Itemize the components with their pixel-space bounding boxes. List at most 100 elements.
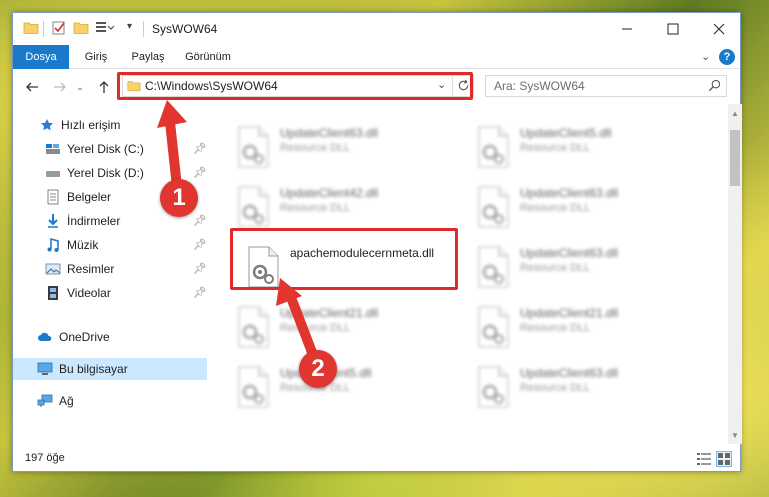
file-item[interactable]: UpdateClient5.dll Resource DLL [236,362,466,416]
quick-access-dropdown-icon[interactable]: ▾ [127,21,132,32]
file-item[interactable]: UpdateClient21.dll Resource DLL [236,302,466,356]
scroll-down-icon[interactable]: ▼ [728,428,742,442]
sidebar-item-videos[interactable]: Videolar 📌︎ [13,282,207,304]
dll-file-icon [476,246,510,288]
refresh-icon[interactable] [457,79,470,95]
search-input[interactable] [486,76,696,96]
scroll-up-icon[interactable]: ▲ [728,106,742,120]
file-item[interactable]: UpdateClient21.dll Resource DLL [476,302,706,356]
dll-file-icon [476,306,510,348]
file-type: Resource DLL [280,202,351,214]
file-name: UpdateClient5.dll [520,126,612,140]
search-icon[interactable] [708,79,721,95]
sidebar-item-label: Müzik [67,238,99,252]
navigation-bar: ⌄ C:\Windows\SysWOW64 ⌄ [13,70,740,104]
pin-icon[interactable]: 📌︎ [193,238,207,252]
sidebar-item-label: Yerel Disk (D:) [67,166,144,180]
separator [143,21,144,37]
sidebar-item-quick-access[interactable]: Hızlı erişim [13,114,207,136]
file-type: Resource DLL [280,322,351,334]
large-icons-view-icon[interactable] [716,451,732,467]
file-name: UpdateClient63.dll [280,126,379,140]
ribbon-tabs: Dosya Giriş Paylaş Görünüm ⌄ ? [13,45,740,69]
sidebar-item-label: Belgeler [67,190,112,204]
recent-locations-icon[interactable]: ⌄ [73,76,87,98]
back-button[interactable] [21,76,43,98]
scroll-thumb[interactable] [730,130,740,186]
pin-icon[interactable]: 📌︎ [193,286,207,300]
file-name: UpdateClient5.dll [280,366,372,380]
sidebar-item-documents[interactable]: Belgeler [13,186,207,208]
sidebar-item-local-disk-d[interactable]: Yerel Disk (D:) 📌︎ [13,162,207,184]
sidebar-item-onedrive[interactable]: OneDrive [13,326,207,348]
file-type: Resource DLL [520,322,591,334]
forward-button[interactable] [49,76,71,98]
pin-icon[interactable]: 📌︎ [193,142,207,156]
file-type: Resource DLL [280,382,351,394]
up-button[interactable] [93,76,115,98]
explorer-window: ▾ SysWOW64 Dosya Giriş Paylaş Görünüm ⌄ … [12,12,742,472]
dll-file-icon [236,126,270,168]
download-icon [45,213,61,229]
dll-file-icon [236,186,270,228]
dll-file-icon [476,366,510,408]
dll-file-icon [476,186,510,228]
file-name: UpdateClient63.dll [520,186,619,200]
sidebar-item-network[interactable]: Ağ [13,390,207,412]
sidebar-item-label: Ağ [59,394,74,408]
file-item[interactable]: UpdateClient63.dll Resource DLL [236,122,466,176]
pin-icon[interactable]: 📌︎ [193,214,207,228]
file-item[interactable]: UpdateClient63.dll Resource DLL [476,182,706,236]
sidebar-item-downloads[interactable]: İndirmeler 📌︎ [13,210,207,232]
tab-view[interactable]: Görünüm [179,45,237,69]
pin-icon[interactable]: 📌︎ [193,166,207,180]
tab-home[interactable]: Giriş [75,45,117,69]
properties-icon[interactable] [51,20,67,36]
address-bar[interactable]: C:\Windows\SysWOW64 ⌄ [122,75,474,97]
customize-icon[interactable] [95,20,115,36]
vertical-scrollbar[interactable]: ▲ ▼ [728,104,742,444]
help-icon[interactable]: ? [719,49,735,65]
address-path[interactable]: C:\Windows\SysWOW64 [145,79,278,93]
file-name: UpdateClient42.dll [280,186,379,200]
address-dropdown-icon[interactable]: ⌄ [437,78,446,91]
sidebar-item-label: İndirmeler [67,214,121,228]
file-item-apachemodulecernmeta[interactable]: apachemodulecernmeta.dll [246,242,476,296]
file-type: Resource DLL [520,382,591,394]
sidebar-item-local-disk-c[interactable]: Yerel Disk (C:) 📌︎ [13,138,207,160]
file-name: UpdateClient21.dll [280,306,379,320]
dll-file-icon [246,246,280,288]
minimize-button[interactable] [604,13,650,45]
folder-icon[interactable] [23,20,39,36]
pictures-icon [45,261,61,277]
new-folder-icon[interactable] [73,20,89,36]
file-item[interactable]: UpdateClient5.dll Resource DLL [476,122,706,176]
drive-icon [45,165,61,181]
file-item[interactable]: UpdateClient63.dll Resource DLL [476,362,706,416]
computer-icon [37,361,53,377]
tab-file[interactable]: Dosya [13,45,69,69]
tab-share[interactable]: Paylaş [123,45,173,69]
sidebar-item-pictures[interactable]: Resimler 📌︎ [13,258,207,280]
sidebar-item-this-pc[interactable]: Bu bilgisayar [13,358,207,380]
details-view-icon[interactable] [696,451,712,467]
file-item[interactable]: UpdateClient63.dll Resource DLL [476,242,706,296]
dll-file-icon [476,126,510,168]
close-button[interactable] [696,13,742,45]
file-item[interactable]: UpdateClient42.dll Resource DLL [236,182,466,236]
search-box[interactable] [485,75,727,97]
file-type: Resource DLL [520,142,591,154]
sidebar-item-label: OneDrive [59,330,110,344]
sidebar-item-label: Yerel Disk (C:) [67,142,144,156]
dll-file-icon [236,366,270,408]
sidebar-item-label: Videolar [67,286,111,300]
sidebar-item-music[interactable]: Müzik 📌︎ [13,234,207,256]
expand-ribbon-icon[interactable]: ⌄ [701,50,710,63]
dll-file-icon [236,306,270,348]
folder-icon [127,79,141,96]
window-title: SysWOW64 [152,22,218,36]
sidebar-item-label: Resimler [67,262,115,276]
pin-icon[interactable]: 📌︎ [193,262,207,276]
maximize-button[interactable] [650,13,696,45]
separator [452,76,453,96]
